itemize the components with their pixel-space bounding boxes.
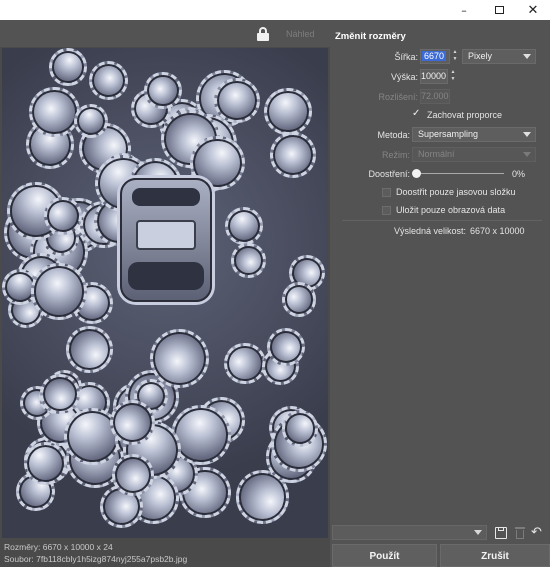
width-value: 6670 xyxy=(421,51,446,61)
lock-icon[interactable] xyxy=(256,27,270,41)
resolution-label: Rozlišení: xyxy=(378,92,418,102)
preview-toggle[interactable]: Náhled xyxy=(286,29,315,39)
keep-proportions-label: Zachovat proporce xyxy=(427,110,503,120)
sharpen-slider-handle[interactable] xyxy=(412,169,421,178)
bottle-cap xyxy=(224,206,263,245)
resolution-value: 72.000 xyxy=(421,91,449,101)
bottle-cap xyxy=(150,328,210,389)
bottle-cap xyxy=(111,454,154,496)
bottle-cap xyxy=(23,441,68,485)
width-spinner[interactable]: ▲ ▼ xyxy=(451,49,459,64)
unit-dropdown[interactable]: Pixely xyxy=(462,49,536,64)
mode-label: Režim: xyxy=(381,150,410,160)
save-icon[interactable] xyxy=(494,526,508,540)
status-file: Soubor: 7fb118cbly1h5izg874nyj255a7psb2b… xyxy=(4,554,188,564)
sharpen-value: 0% xyxy=(512,169,526,179)
save-image-data-label: Uložit pouze obrazová data xyxy=(396,205,506,215)
bottle-cap xyxy=(29,86,80,137)
bottle-cap xyxy=(66,326,113,374)
bottle-cap xyxy=(89,61,129,101)
trash-icon xyxy=(513,526,527,540)
chevron-down-icon xyxy=(523,54,531,59)
bottle-cap xyxy=(40,374,80,414)
close-button[interactable]: ✕ xyxy=(516,0,550,20)
bottle-cap xyxy=(264,87,313,136)
result-size-label: Výsledná velikost: xyxy=(394,226,467,236)
height-spinner[interactable]: ▲ ▼ xyxy=(449,69,457,84)
resolution-input: 72.000 xyxy=(420,89,450,104)
unit-selected: Pixely xyxy=(468,51,493,61)
preview-image xyxy=(2,48,328,538)
keep-proportions-check-icon[interactable]: ✓ xyxy=(412,108,420,119)
method-label: Metoda: xyxy=(377,130,410,140)
bottle-cap xyxy=(30,263,88,320)
preview-pane: Náhled Rozměry: 6670 x 10000 x 24 Soubor… xyxy=(0,20,330,567)
save-image-data-checkbox[interactable] xyxy=(382,206,391,215)
panel-title: Změnit rozměry xyxy=(335,31,406,42)
bottle-opener-graphic xyxy=(120,178,212,302)
status-dimensions: Rozměry: 6670 x 10000 x 24 xyxy=(4,542,113,552)
mode-selected: Normální xyxy=(418,149,455,159)
method-dropdown[interactable]: Supersampling xyxy=(412,127,536,142)
height-label: Výška: xyxy=(390,72,418,82)
height-input[interactable]: 10000 xyxy=(420,69,448,84)
method-selected: Supersampling xyxy=(418,129,479,139)
height-value: 10000 xyxy=(421,71,447,81)
bottle-cap xyxy=(270,132,316,178)
bottle-cap xyxy=(281,282,317,317)
width-label: Šířka: xyxy=(394,52,418,62)
title-bar: – ✕ xyxy=(0,0,550,20)
sharpen-luma-checkbox[interactable] xyxy=(382,188,391,197)
bottle-cap xyxy=(224,342,266,385)
bottle-cap xyxy=(281,410,319,447)
bottle-cap xyxy=(109,400,155,445)
bottle-cap xyxy=(144,71,183,110)
apply-button[interactable]: Použít xyxy=(332,544,437,567)
mode-dropdown: Normální xyxy=(412,147,536,162)
cancel-button[interactable]: Zrušit xyxy=(440,544,550,567)
chevron-down-icon xyxy=(523,152,531,157)
minimize-button[interactable]: – xyxy=(447,0,481,20)
bottle-cap xyxy=(231,243,266,278)
bottle-cap xyxy=(266,327,306,366)
chevron-down-icon xyxy=(474,530,482,535)
bottle-cap xyxy=(49,48,88,86)
resize-panel: Změnit rozměry Šířka: 6670 ▲ ▼ Pixely Výš… xyxy=(332,20,550,567)
divider xyxy=(342,220,542,221)
maximize-button[interactable] xyxy=(482,0,516,20)
bottle-cap xyxy=(44,196,83,235)
bottle-cap xyxy=(73,103,108,138)
sharpen-label: Doostření: xyxy=(368,169,410,179)
sharpen-slider-track[interactable] xyxy=(416,173,504,174)
undo-icon[interactable]: ↶ xyxy=(531,526,545,540)
chevron-down-icon xyxy=(523,132,531,137)
maximize-icon xyxy=(494,6,504,14)
width-input[interactable]: 6670 xyxy=(420,49,450,64)
result-size-value: 6670 x 10000 xyxy=(470,226,525,236)
preset-dropdown[interactable] xyxy=(332,525,487,540)
bottle-cap xyxy=(214,77,260,124)
preview-toolbar: Náhled xyxy=(0,20,330,47)
sharpen-luma-label: Doostřit pouze jasovou složku xyxy=(396,187,516,197)
